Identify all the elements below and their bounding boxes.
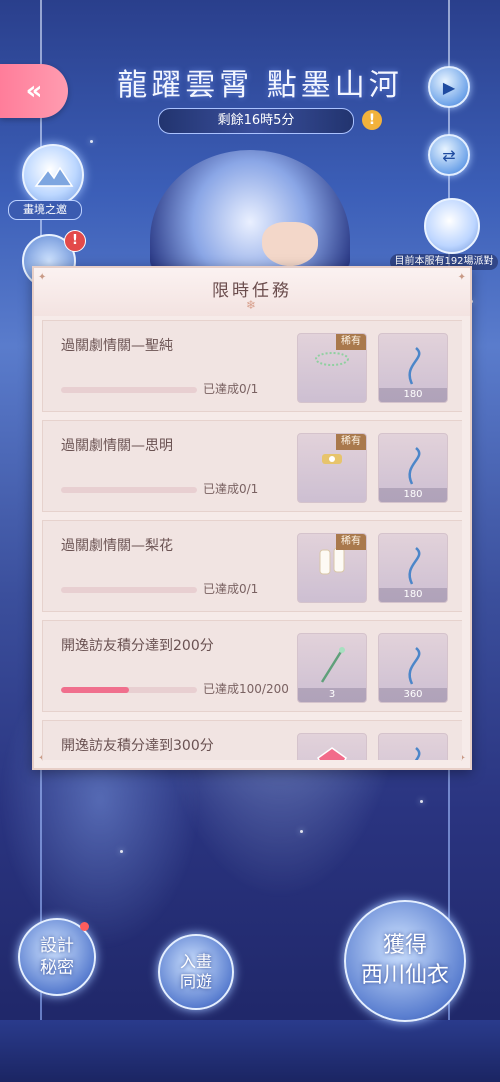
floor-decoration bbox=[0, 1020, 500, 1082]
reward-slot[interactable] bbox=[297, 733, 367, 760]
mountain-icon bbox=[34, 166, 74, 187]
alert-badge: ! bbox=[64, 230, 86, 252]
reward-slot[interactable]: 3 bbox=[297, 633, 367, 703]
panel-header: 限時任務 ❄ bbox=[34, 268, 470, 316]
task-card: 開逸訪友積分達到200分 已達成100/200 3 360 bbox=[42, 620, 462, 712]
dream-invite-button[interactable] bbox=[22, 144, 84, 206]
reward-quantity: 180 bbox=[379, 488, 447, 502]
swap-button[interactable]: ⇄ bbox=[428, 134, 470, 176]
info-icon[interactable]: ! bbox=[362, 110, 382, 130]
double-chevron-left-icon: « bbox=[25, 76, 43, 106]
obtain-outfit-label: 獲得 西川仙衣 bbox=[360, 933, 449, 988]
dream-invite-label: 畫境之邀 bbox=[8, 200, 82, 220]
corner-ornament: ✦ bbox=[38, 272, 47, 283]
enter-painting-button[interactable]: 入畫 同遊 bbox=[158, 934, 234, 1010]
task-progress-text: 已達成100/200 bbox=[203, 682, 289, 696]
task-name: 開逸訪友積分達到200分 bbox=[61, 638, 214, 654]
sparkle bbox=[300, 830, 303, 833]
countdown-timer: 剩餘16時5分 bbox=[158, 108, 354, 134]
reward-slot[interactable]: 360 bbox=[378, 633, 448, 703]
rare-tag: 稀有 bbox=[336, 334, 366, 350]
task-progress-bar bbox=[61, 587, 197, 593]
reward-quantity: 360 bbox=[379, 688, 447, 702]
task-name: 過關劇情關—梨花 bbox=[61, 538, 173, 554]
reward-quantity: 180 bbox=[379, 588, 447, 602]
rare-tag: 稀有 bbox=[336, 434, 366, 450]
snowflake-icon: ❄ bbox=[245, 298, 257, 312]
back-button[interactable]: « bbox=[0, 64, 68, 118]
limited-tasks-panel: 限時任務 ❄ ✦ ✦ ✦ ✦ 過關劇情關—聖純 已達成0/1 稀有 180 過關… bbox=[32, 266, 472, 770]
reward-quantity: 180 bbox=[379, 388, 447, 402]
reward-slot[interactable]: 稀有 bbox=[297, 433, 367, 503]
task-progress-bar bbox=[61, 387, 197, 393]
design-secret-label: 設計 秘密 bbox=[40, 936, 74, 978]
sparkle bbox=[90, 140, 93, 143]
hook-icon bbox=[379, 744, 447, 760]
reward-slot[interactable]: 180 bbox=[378, 433, 448, 503]
character-face bbox=[262, 222, 318, 266]
task-name: 過關劇情關—思明 bbox=[61, 438, 173, 454]
party-orb-button[interactable] bbox=[424, 198, 480, 254]
task-progress-text: 已達成0/1 bbox=[203, 382, 259, 396]
swap-icon: ⇄ bbox=[442, 145, 456, 165]
corner-ornament: ✦ bbox=[457, 272, 466, 283]
play-button[interactable]: ▶ bbox=[428, 66, 470, 108]
task-list[interactable]: 過關劇情關—聖純 已達成0/1 稀有 180 過關劇情關—思明 已達成0/1 稀… bbox=[42, 320, 462, 760]
obtain-outfit-button[interactable]: 獲得 西川仙衣 bbox=[344, 900, 466, 1022]
reward-slot[interactable]: 稀有 bbox=[297, 533, 367, 603]
gem-icon bbox=[298, 744, 366, 760]
play-icon: ▶ bbox=[442, 77, 456, 97]
task-progress-text: 已達成0/1 bbox=[203, 582, 259, 596]
reward-quantity: 3 bbox=[298, 688, 366, 702]
task-progress-bar bbox=[61, 687, 197, 693]
task-card: 過關劇情關—思明 已達成0/1 稀有 180 bbox=[42, 420, 462, 512]
task-card: 過關劇情關—梨花 已達成0/1 稀有 180 bbox=[42, 520, 462, 612]
task-progress-bar bbox=[61, 487, 197, 493]
slippers-icon bbox=[298, 544, 366, 585]
rare-tag: 稀有 bbox=[336, 534, 366, 550]
sparkle bbox=[420, 800, 423, 803]
task-card: 開逸訪友積分達到300分 bbox=[42, 720, 462, 760]
reward-slot[interactable]: 180 bbox=[378, 533, 448, 603]
reward-slot[interactable]: 稀有 bbox=[297, 333, 367, 403]
reward-slot[interactable]: 180 bbox=[378, 333, 448, 403]
task-card: 過關劇情關—聖純 已達成0/1 稀有 180 bbox=[42, 320, 462, 412]
event-title: 龍躍雲霄 點墨山河 bbox=[117, 68, 403, 103]
progress-fill bbox=[61, 687, 129, 693]
task-progress-text: 已達成0/1 bbox=[203, 482, 259, 496]
task-name: 開逸訪友積分達到300分 bbox=[61, 738, 214, 754]
notification-dot bbox=[80, 922, 89, 931]
sparkle bbox=[120, 850, 123, 853]
reward-slot[interactable] bbox=[378, 733, 448, 760]
enter-painting-label: 入畫 同遊 bbox=[179, 952, 212, 991]
task-name: 過關劇情關—聖純 bbox=[61, 338, 173, 354]
